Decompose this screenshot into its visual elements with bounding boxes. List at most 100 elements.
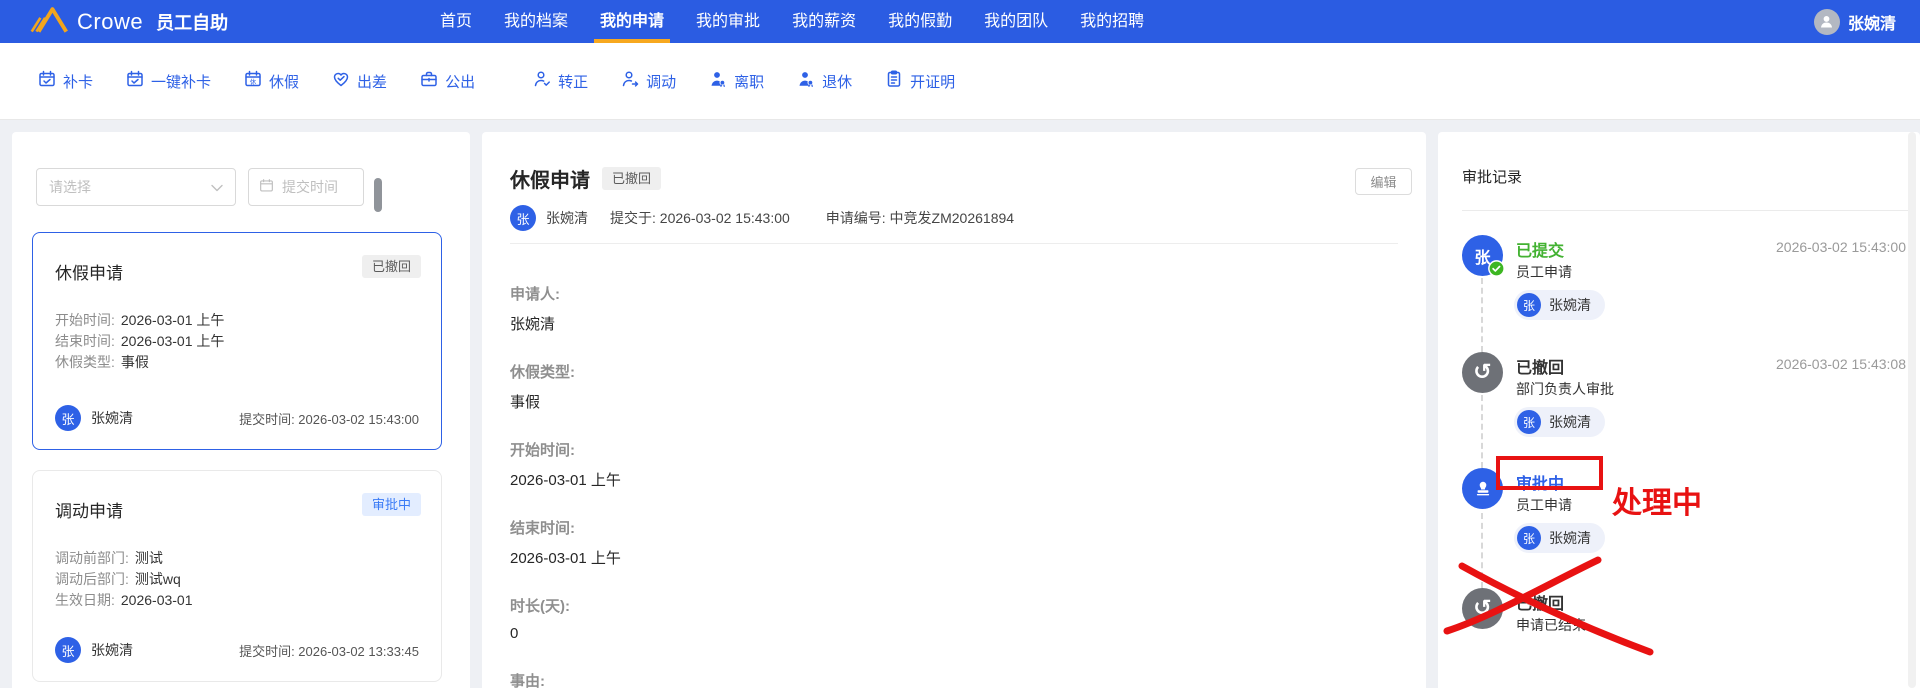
step-subtitle: 部门负责人审批 bbox=[1516, 381, 1614, 397]
person-check-icon bbox=[533, 70, 551, 92]
avatar: 张 bbox=[1517, 410, 1541, 434]
undo-icon: ↺ bbox=[1462, 588, 1503, 629]
field-label: 结束时间: bbox=[55, 333, 115, 349]
detail-field-label: 事由: bbox=[510, 673, 545, 688]
detail-title: 休假申请 bbox=[510, 170, 590, 192]
step-subtitle: 员工申请 bbox=[1516, 264, 1572, 280]
toolbar-action-label: 休假 bbox=[269, 73, 300, 91]
toolbar-action-出差[interactable]: 出差 bbox=[332, 70, 387, 92]
nav-menu: 首页 我的档案 我的申请 我的审批 我的薪资 我的假勤 我的团队 我的招聘 bbox=[440, 0, 1144, 43]
detail-field-value: 张婉清 bbox=[510, 316, 556, 333]
user-menu[interactable]: 张婉清 bbox=[1813, 0, 1896, 43]
toolbar-action-label: 退休 bbox=[822, 73, 853, 91]
nav-item-我的招聘[interactable]: 我的招聘 bbox=[1080, 0, 1144, 43]
detail-field-label: 休假类型: bbox=[510, 364, 575, 381]
left-panel-scrollbar-thumb[interactable] bbox=[374, 178, 382, 212]
detail-field-value: 0 bbox=[510, 625, 519, 642]
approver-chip: 张张婉清 bbox=[1514, 290, 1605, 320]
approval-step: 张 已提交 2026-03-02 15:43:00 员工申请张张婉清 bbox=[1438, 235, 1920, 345]
card-field-row: 开始时间: 2026-03-01 上午 bbox=[55, 310, 419, 331]
calendar-icon bbox=[259, 178, 274, 196]
toolbar-group-2: 转正 调动 离职 退休 开证明 bbox=[533, 70, 955, 92]
field-label: 生效日期: bbox=[55, 592, 115, 608]
field-value: 2026-03-01 bbox=[120, 592, 193, 608]
detail-field: 申请人: 张婉清 bbox=[510, 283, 1386, 334]
approver-chip: 张张婉清 bbox=[1514, 523, 1605, 553]
approver-chip: 张张婉清 bbox=[1514, 407, 1605, 437]
card-fields: 调动前部门: 测试 调动后部门: 测试wq 生效日期: 2026-03-01 bbox=[55, 548, 419, 611]
list-filters: 请选择 提交时间 bbox=[36, 168, 364, 206]
nav-item-我的薪资[interactable]: 我的薪资 bbox=[792, 0, 856, 43]
application-list-panel: 请选择 提交时间 休假申请 已撤回 开始时间: 2026-03-01 上午 结束时间: 2… bbox=[12, 132, 470, 688]
field-value: 事假 bbox=[120, 354, 149, 370]
toolbar-action-离职[interactable]: 离职 bbox=[709, 70, 764, 92]
step-timestamp: 2026-03-02 15:43:00 bbox=[1776, 239, 1906, 255]
edit-button[interactable]: 编辑 bbox=[1355, 168, 1412, 195]
detail-subheader: 张 张婉清 提交于: 2026-03-02 15:43:00 申请编号: 中竞发… bbox=[510, 205, 1050, 231]
divider bbox=[510, 243, 1398, 244]
card-footer: 张张婉清 提交时间: 2026-03-02 13:33:45 bbox=[55, 637, 419, 663]
type-select-placeholder: 请选择 bbox=[49, 179, 91, 195]
nav-item-我的申请[interactable]: 我的申请 bbox=[594, 0, 671, 43]
detail-field-value: 2026-03-01 上午 bbox=[510, 472, 621, 489]
heart-check-icon bbox=[332, 70, 350, 92]
detail-field: 休假类型: 事假 bbox=[510, 361, 1386, 412]
nav-item-我的假勤[interactable]: 我的假勤 bbox=[888, 0, 952, 43]
toolbar-action-一键补卡[interactable]: 一键补卡 bbox=[126, 70, 211, 92]
detail-submitted-time: 提交于: 2026-03-02 15:43:00 bbox=[610, 210, 790, 226]
toolbar-action-补卡[interactable]: 补卡 bbox=[38, 70, 93, 92]
person-leave-icon bbox=[709, 70, 727, 92]
calendar-leave-icon: 休 bbox=[244, 70, 262, 92]
right-panel-scrollbar[interactable] bbox=[1908, 132, 1916, 688]
toolbar-action-开证明[interactable]: 开证明 bbox=[885, 70, 955, 92]
approval-step: ↺ 已撤回 2026-03-02 15:43:08 部门负责人审批张张婉清 bbox=[1438, 352, 1920, 462]
toolbar-action-休假[interactable]: 休 休假 bbox=[244, 70, 299, 92]
stamp-icon bbox=[1462, 468, 1503, 509]
brand[interactable]: Crowe 员工自助 bbox=[30, 5, 228, 39]
nav-item-我的档案[interactable]: 我的档案 bbox=[504, 0, 568, 43]
person-retire-icon bbox=[797, 70, 815, 92]
submitter-name: 张婉清 bbox=[91, 410, 133, 426]
field-value: 2026-03-01 上午 bbox=[120, 312, 225, 328]
crowe-logo-icon bbox=[30, 5, 68, 39]
top-nav: Crowe 员工自助 首页 我的档案 我的申请 我的审批 我的薪资 我的假勤 我的团队 我的招… bbox=[0, 0, 1920, 43]
toolbar-action-转正[interactable]: 转正 bbox=[533, 70, 588, 92]
detail-status-badge: 已撤回 bbox=[602, 167, 662, 190]
submit-time: 提交时间: 2026-03-02 15:43:00 bbox=[239, 411, 419, 427]
nav-item-首页[interactable]: 首页 bbox=[440, 0, 472, 43]
toolbar-action-label: 调动 bbox=[646, 73, 677, 91]
employee-self-service-app: Crowe 员工自助 首页 我的档案 我的申请 我的审批 我的薪资 我的假勤 我的团队 我的招… bbox=[0, 0, 1920, 688]
card-field-row: 调动后部门: 测试wq bbox=[55, 569, 419, 590]
application-card[interactable]: 休假申请 已撤回 开始时间: 2026-03-01 上午 结束时间: 2026-03-01… bbox=[32, 232, 442, 450]
date-placeholder: 提交时间 bbox=[282, 179, 338, 195]
approver-name: 张婉清 bbox=[1549, 530, 1591, 546]
nav-item-我的审批[interactable]: 我的审批 bbox=[696, 0, 760, 43]
avatar: 张 bbox=[1517, 526, 1541, 550]
detail-field: 开始时间: 2026-03-01 上午 bbox=[510, 439, 1386, 490]
toolbar-action-label: 离职 bbox=[734, 73, 765, 91]
toolbar-action-label: 公出 bbox=[445, 73, 476, 91]
toolbar-action-调动[interactable]: 调动 bbox=[621, 70, 676, 92]
detail-field-label: 申请人: bbox=[510, 286, 560, 303]
toolbar-action-退休[interactable]: 退休 bbox=[797, 70, 852, 92]
detail-field-label: 时长(天): bbox=[510, 598, 570, 615]
step-status-title: 已撤回 bbox=[1516, 360, 1565, 377]
quick-actions-toolbar: 补卡 一键补卡 休 休假 出差 公出 转正 调动 离职 退休 开证明 bbox=[0, 43, 1920, 120]
detail-fields: 申请人: 张婉清 休假类型: 事假 开始时间: 2026-03-01 上午 结束时间: 202… bbox=[510, 283, 1386, 688]
approval-record-panel: 审批记录 张已提交 2026-03-02 15:43:00 员工申请张张婉清 ↺ 已撤回… bbox=[1438, 132, 1920, 688]
type-select[interactable]: 请选择 bbox=[36, 168, 236, 206]
detail-field-label: 开始时间: bbox=[510, 442, 575, 459]
nav-item-我的团队[interactable]: 我的团队 bbox=[984, 0, 1048, 43]
submit-time: 提交时间: 2026-03-02 13:33:45 bbox=[239, 643, 419, 659]
toolbar-action-label: 一键补卡 bbox=[151, 73, 212, 91]
application-detail-panel: 休假申请 已撤回 编辑 张 张婉清 提交于: 2026-03-02 15:43:… bbox=[482, 132, 1426, 688]
card-status-badge: 审批中 bbox=[361, 493, 421, 516]
application-card[interactable]: 调动申请 审批中 调动前部门: 测试 调动后部门: 测试wq 生效日期: 2026-03-01… bbox=[32, 470, 442, 682]
brand-product-name: 员工自助 bbox=[156, 12, 229, 33]
card-status-badge: 已撤回 bbox=[361, 255, 421, 278]
toolbar-action-label: 转正 bbox=[558, 73, 589, 91]
toolbar-action-公出[interactable]: 公出 bbox=[420, 70, 475, 92]
submit-time-date-picker[interactable]: 提交时间 bbox=[248, 168, 364, 206]
detail-application-number: 申请编号: 中竞发ZM20261894 bbox=[825, 210, 1015, 226]
svg-text:休: 休 bbox=[250, 77, 257, 86]
